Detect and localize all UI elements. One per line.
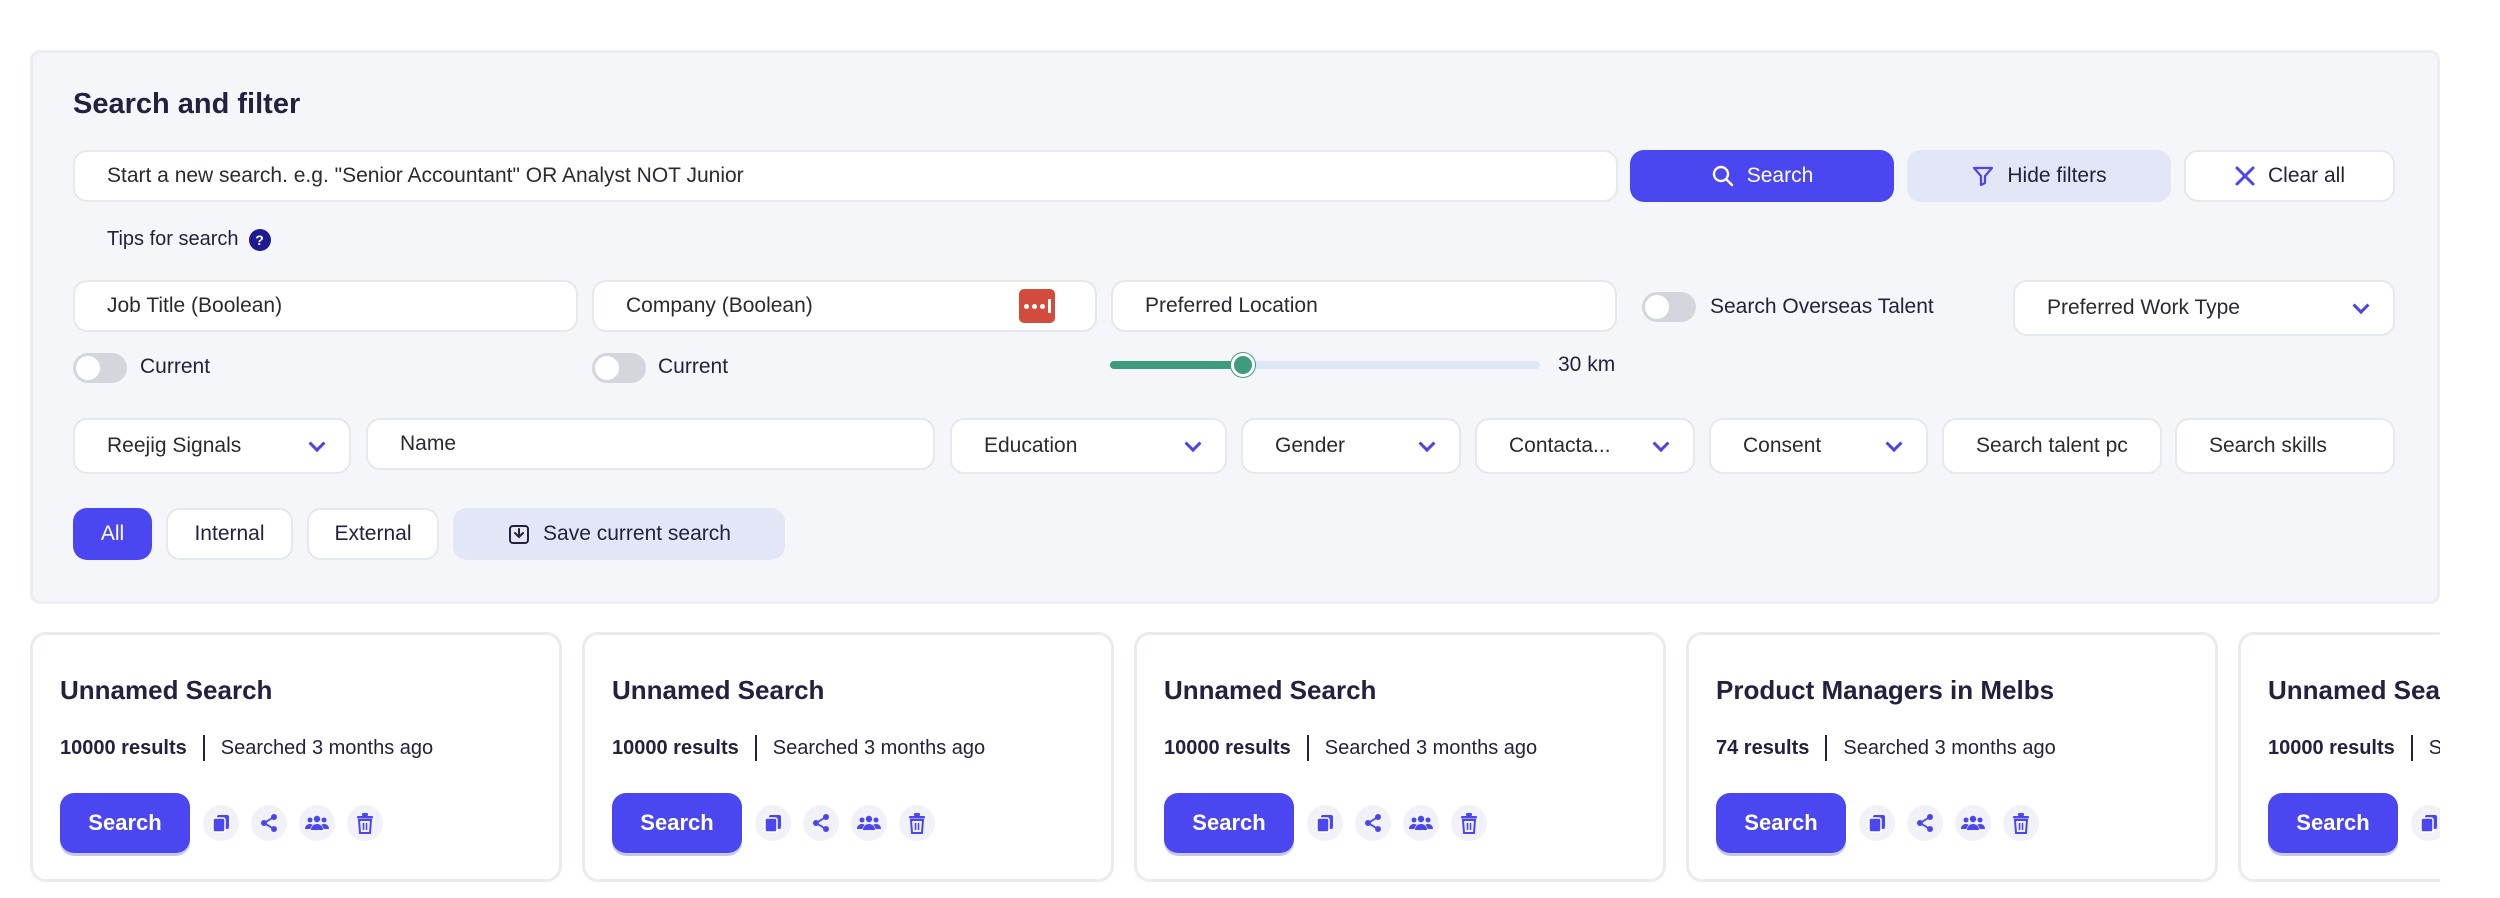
run-saved-search-button[interactable]: Search [2268,793,2398,853]
run-saved-search-button[interactable]: Search [1164,793,1294,853]
saved-search-title: Unnamed Search [612,675,825,705]
saved-search-actions [1859,805,2039,841]
share-icon[interactable] [803,805,839,841]
saved-search-title: Unnamed Search [2268,675,2440,705]
team-icon[interactable] [851,805,887,841]
saved-search-title: Product Managers in Melbs [1716,675,2055,705]
saved-search-actions [203,805,383,841]
saved-search-actions [1307,805,1487,841]
delete-icon[interactable] [2003,805,2039,841]
saved-search-card: Unnamed Search 10000 results Searched 3 … [1134,632,1666,882]
run-saved-search-button[interactable]: Search [60,793,190,853]
share-icon[interactable] [1907,805,1943,841]
saved-search-time: Searched 3 months ago [772,736,986,759]
saved-search-time: Searched 3 months ago [220,736,434,759]
share-icon[interactable] [251,805,287,841]
run-saved-search-button[interactable]: Search [612,793,742,853]
saved-search-time: Searched 3 months ago [2428,736,2440,759]
saved-search-time: Searched 3 months ago [1324,736,1538,759]
duplicate-icon[interactable] [755,805,791,841]
delete-icon[interactable] [347,805,383,841]
meta-divider [754,735,757,761]
saved-search-title: Unnamed Search [1164,675,1377,705]
saved-search-meta: 10000 results Searched 3 months ago [60,735,433,761]
saved-search-card: Product Managers in Melbs 74 results Sea… [1686,632,2218,882]
team-icon[interactable] [1955,805,1991,841]
saved-search-title: Unnamed Search [60,675,273,705]
saved-search-results: 74 results [1716,736,1810,759]
delete-icon[interactable] [1451,805,1487,841]
saved-search-results: 10000 results [1164,736,1291,759]
team-icon[interactable] [1403,805,1439,841]
saved-search-card: Unnamed Search 10000 results Searched 3 … [30,632,562,882]
saved-search-meta: 10000 results Searched 3 months ago [2268,735,2440,761]
team-icon[interactable] [299,805,335,841]
saved-search-meta: 74 results Searched 3 months ago [1716,735,2056,761]
duplicate-icon[interactable] [2411,805,2440,841]
delete-icon[interactable] [899,805,935,841]
meta-divider [2410,735,2413,761]
run-saved-search-button[interactable]: Search [1716,793,1846,853]
saved-searches-strip: Unnamed Search 10000 results Searched 3 … [0,0,2440,898]
saved-search-meta: 10000 results Searched 3 months ago [1164,735,1537,761]
saved-search-card: Unnamed Search 10000 results Searched 3 … [2238,632,2440,882]
saved-search-actions [755,805,935,841]
saved-search-results: 10000 results [612,736,739,759]
saved-search-meta: 10000 results Searched 3 months ago [612,735,985,761]
meta-divider [1306,735,1309,761]
meta-divider [202,735,205,761]
saved-search-time: Searched 3 months ago [1843,736,2056,759]
duplicate-icon[interactable] [1307,805,1343,841]
saved-search-results: 10000 results [60,736,187,759]
saved-search-actions [2411,805,2440,841]
saved-search-card: Unnamed Search 10000 results Searched 3 … [582,632,1114,882]
duplicate-icon[interactable] [203,805,239,841]
saved-search-results: 10000 results [2268,736,2395,759]
duplicate-icon[interactable] [1859,805,1895,841]
meta-divider [1825,735,1828,761]
share-icon[interactable] [1355,805,1391,841]
